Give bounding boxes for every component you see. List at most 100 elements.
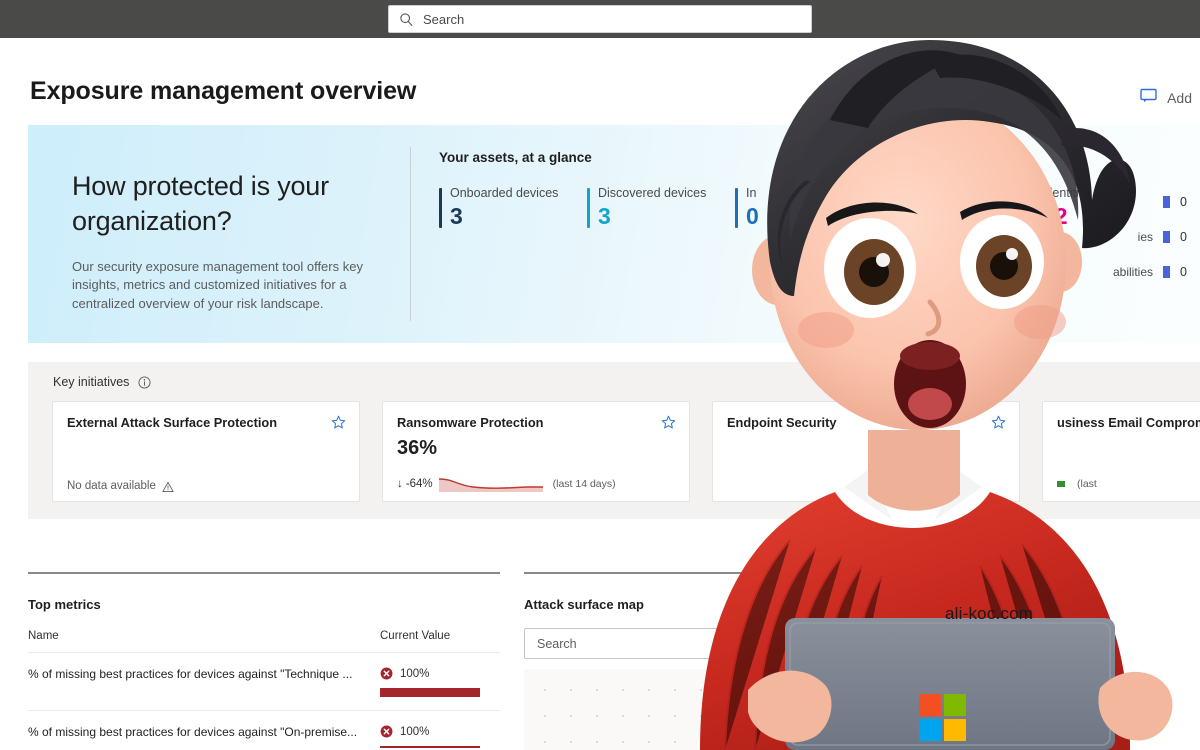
stat-internet-facing-devices[interactable]: In 0 [735, 186, 883, 229]
attack-surface-map-title: Attack surface map [524, 597, 644, 612]
feedback-bubble-icon [1140, 88, 1158, 107]
hero-secondary-list: 0 ies 0 abilities 0 [1044, 195, 1194, 279]
assets-glance-title: Your assets, at a glance [439, 150, 592, 165]
stat-label: Discovered devices [598, 186, 707, 200]
metric-bar-fill [380, 746, 480, 748]
column-header-name[interactable]: Name [28, 630, 380, 653]
global-search-input[interactable]: Search [388, 5, 812, 33]
error-x-icon [380, 667, 393, 680]
mini-value: 0 [1180, 230, 1187, 244]
assets-glance-panel: Your assets, at a glance Onboarded devic… [411, 125, 1200, 343]
top-metrics-title: Top metrics [28, 597, 101, 612]
initiative-card-business-email-compromise[interactable]: usiness Email Comprom (last [1042, 401, 1200, 502]
hero-description: Our security exposure management tool of… [72, 258, 363, 311]
stat-label: In [746, 186, 757, 200]
legend-swatch-icon [1163, 266, 1170, 278]
table-row[interactable]: % of missing best practices for devices … [28, 710, 500, 750]
stat-value: 3 [598, 202, 611, 229]
app-root: Search Exposure management overview Add … [0, 0, 1200, 750]
metric-name: % of missing best practices for devices … [28, 725, 358, 739]
initiative-name: External Attack Surface Protection [67, 415, 278, 430]
star-outline-icon[interactable] [661, 415, 676, 430]
global-search-placeholder: Search [423, 11, 465, 27]
section-rule [524, 572, 944, 574]
map-search-input[interactable]: Search [524, 628, 944, 659]
map-search-placeholder: Search [537, 636, 577, 651]
warning-triangle-icon [162, 480, 174, 492]
attack-surface-map-panel: Attack surface map Search [524, 572, 944, 750]
initiative-status: No data available [67, 480, 156, 492]
logo-square-red [919, 694, 941, 716]
initiative-period: (last [1077, 478, 1097, 490]
mini-value: 0 [1180, 265, 1187, 279]
top-metrics-panel: Top metrics Name Current Value % of miss… [28, 572, 500, 750]
stat-accent-bar [735, 188, 738, 228]
star-outline-icon[interactable] [991, 415, 1006, 430]
legend-swatch-icon [1163, 196, 1170, 208]
logo-square-yellow [944, 719, 966, 741]
watermark-text: ali-koc.com [945, 604, 1034, 623]
table-row[interactable]: % of missing best practices for devices … [28, 652, 500, 711]
hero-banner: How protected is your organization? Our … [28, 125, 1200, 343]
sparkline-chart [1057, 476, 1071, 492]
metric-value-cell: 100% [380, 710, 500, 750]
list-item[interactable]: ies 0 [1044, 230, 1194, 244]
metric-value: 100% [400, 667, 430, 680]
initiative-card-external-attack-surface-protection[interactable]: External Attack Surface Protection No da… [52, 401, 360, 502]
list-item[interactable]: abilities 0 [1044, 265, 1194, 279]
stat-label: Cloud resources [894, 186, 986, 200]
metric-value-line: 100% [380, 667, 500, 680]
mini-value: 0 [1180, 195, 1187, 209]
initiative-card-list: External Attack Surface Protection No da… [28, 389, 1200, 502]
key-initiatives-section: Key initiatives External Attack Surface … [28, 362, 1200, 519]
stat-label: Onboarded devices [450, 186, 559, 200]
stat-value: 0 [894, 202, 907, 229]
metric-bar-fill [380, 688, 480, 697]
star-outline-icon[interactable] [331, 415, 346, 430]
error-x-icon [380, 725, 393, 738]
stat-accent-bar [883, 188, 886, 228]
initiative-card-footer: ↓ -64% (last 14 days) [397, 476, 679, 492]
initiative-card-footer: No data available [67, 480, 349, 492]
trend-down-arrow-icon: ↓ [397, 478, 403, 490]
initiative-trend: ↓ -64% [397, 478, 433, 490]
stat-cloud-resources[interactable]: Cloud resources 0 [883, 186, 1031, 229]
metric-bar-track [380, 688, 480, 697]
add-feedback-button[interactable]: Add [1140, 88, 1192, 107]
attack-surface-map-canvas[interactable] [524, 669, 944, 750]
sparkline-chart [438, 476, 547, 492]
table-header-row: Name Current Value [28, 630, 500, 653]
metric-name-cell: % of missing best practices for devices … [28, 652, 380, 711]
search-icon [399, 12, 414, 27]
initiative-card-ransomware-protection[interactable]: Ransomware Protection 36% ↓ -64% (last 1… [382, 401, 690, 502]
metric-value-line: 100% [380, 725, 500, 738]
stat-accent-bar [587, 188, 590, 228]
initiative-card-endpoint-security[interactable]: Endpoint Security [712, 401, 1020, 502]
initiative-period: (last 14 days) [552, 478, 616, 490]
stat-accent-bar [439, 188, 442, 228]
column-header-current-value[interactable]: Current Value [380, 630, 500, 653]
stat-discovered-devices[interactable]: Discovered devices 3 [587, 186, 735, 229]
metric-value: 100% [400, 725, 430, 738]
info-icon[interactable] [138, 375, 151, 389]
top-metrics-table: Name Current Value % of missing best pra… [28, 630, 500, 750]
add-feedback-label: Add [1167, 89, 1192, 106]
key-initiatives-title: Key initiatives [53, 375, 130, 389]
mini-label: ies [1137, 230, 1153, 244]
top-bar: Search [0, 0, 1200, 38]
metric-name: % of missing best practices for devices … [28, 667, 353, 681]
microsoft-logo [919, 694, 966, 741]
initiative-percent: 36% [397, 437, 438, 459]
stat-onboarded-devices[interactable]: Onboarded devices 3 [439, 186, 587, 229]
initiative-name: usiness Email Comprom [1057, 415, 1200, 430]
stat-accent-bar [1031, 188, 1034, 228]
list-item[interactable]: 0 [1044, 195, 1194, 209]
metric-value-cell: 100% [380, 652, 500, 711]
hero-heading: How protected is your organization? [72, 171, 329, 236]
trend-value: -64% [405, 478, 433, 490]
key-initiatives-header: Key initiatives [28, 362, 1200, 389]
legend-swatch-icon [1163, 231, 1170, 243]
logo-square-blue [919, 719, 941, 741]
metric-bar-track [380, 746, 480, 750]
lower-section: Top metrics Name Current Value % of miss… [28, 572, 1200, 750]
